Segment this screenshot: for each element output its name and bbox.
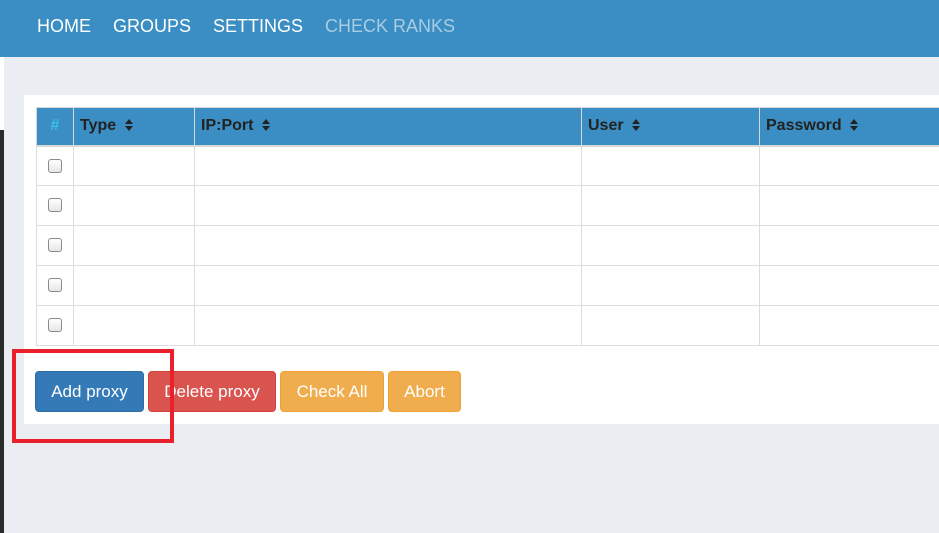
user-cell — [581, 145, 760, 186]
nav-home-link[interactable]: HOME — [37, 16, 91, 37]
sort-icon[interactable] — [632, 119, 641, 132]
abort-button[interactable]: Abort — [388, 371, 461, 412]
nav-check-ranks-link[interactable]: CHECK RANKS — [325, 16, 455, 37]
type-cell — [73, 305, 195, 346]
type-cell — [73, 265, 195, 306]
add-proxy-button[interactable]: Add proxy — [35, 371, 144, 412]
ip-port-cell — [194, 145, 582, 186]
action-button-row: Add proxy Delete proxy Check All Abort — [35, 371, 465, 412]
proxy-table: # Type IP:Port User Password — [36, 107, 939, 346]
row-select-cell — [36, 225, 74, 266]
row-checkbox[interactable] — [48, 278, 62, 293]
ip-port-cell — [194, 185, 582, 226]
sort-icon[interactable] — [124, 119, 133, 132]
type-cell — [73, 185, 195, 226]
password-cell — [759, 185, 939, 226]
password-cell — [759, 225, 939, 266]
table-row — [36, 145, 939, 186]
ip-port-cell — [194, 225, 582, 266]
user-cell — [581, 265, 760, 306]
sort-icon[interactable] — [261, 119, 270, 132]
ip-port-cell — [194, 305, 582, 346]
sort-icon[interactable] — [850, 119, 859, 132]
password-cell — [759, 305, 939, 346]
table-header-row: # Type IP:Port User Password — [36, 107, 939, 147]
row-checkbox[interactable] — [48, 318, 62, 333]
nav-settings-link[interactable]: SETTINGS — [213, 16, 303, 37]
col-header-user[interactable]: User — [581, 107, 760, 147]
col-header-index: # — [36, 107, 74, 147]
type-cell — [73, 225, 195, 266]
row-select-cell — [36, 305, 74, 346]
row-checkbox[interactable] — [48, 238, 62, 253]
top-navbar: HOME GROUPS SETTINGS CHECK RANKS — [0, 0, 939, 57]
table-row — [36, 305, 939, 346]
col-header-type-label: Type — [80, 117, 117, 135]
user-cell — [581, 305, 760, 346]
col-header-index-label: # — [50, 117, 60, 135]
col-header-user-label: User — [588, 117, 624, 135]
password-cell — [759, 145, 939, 186]
table-row — [36, 265, 939, 306]
row-checkbox[interactable] — [48, 198, 62, 213]
table-row — [36, 225, 939, 266]
check-all-button[interactable]: Check All — [280, 371, 384, 412]
nav-groups-link[interactable]: GROUPS — [113, 16, 191, 37]
left-edge-light — [0, 57, 4, 130]
row-select-cell — [36, 265, 74, 306]
table-row — [36, 185, 939, 226]
ip-port-cell — [194, 265, 582, 306]
user-cell — [581, 225, 760, 266]
row-checkbox[interactable] — [48, 158, 62, 173]
left-edge-dark — [0, 130, 4, 533]
col-header-password[interactable]: Password — [759, 107, 939, 147]
col-header-password-label: Password — [766, 117, 842, 135]
col-header-ip-port[interactable]: IP:Port — [194, 107, 582, 147]
user-cell — [581, 185, 760, 226]
row-select-cell — [36, 145, 74, 186]
col-header-ip-port-label: IP:Port — [201, 117, 254, 135]
type-cell — [73, 145, 195, 186]
password-cell — [759, 265, 939, 306]
delete-proxy-button[interactable]: Delete proxy — [148, 371, 276, 412]
col-header-type[interactable]: Type — [73, 107, 195, 147]
row-select-cell — [36, 185, 74, 226]
